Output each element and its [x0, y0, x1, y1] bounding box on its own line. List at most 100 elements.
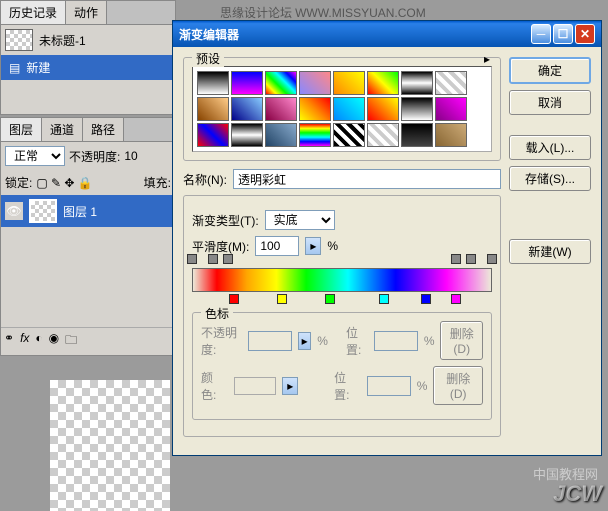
preset-swatch[interactable]	[367, 123, 399, 147]
stop-opacity-spinner: ▸	[298, 332, 311, 350]
color-stop[interactable]	[325, 294, 335, 306]
name-input[interactable]	[233, 169, 501, 189]
presets-label: 预设	[192, 50, 224, 67]
delete-color-stop-button: 删除(D)	[433, 366, 483, 405]
preset-swatch[interactable]	[197, 97, 229, 121]
tab-history[interactable]: 历史记录	[1, 1, 66, 24]
preset-swatch[interactable]	[367, 71, 399, 95]
stops-label: 色标	[201, 305, 233, 322]
link-icon[interactable]: ⚭	[4, 331, 14, 352]
layer-name: 图层 1	[63, 203, 97, 220]
load-button[interactable]: 载入(L)...	[509, 135, 591, 160]
preset-swatch[interactable]	[265, 97, 297, 121]
ok-button[interactable]: 确定	[509, 57, 591, 84]
opacity-stop[interactable]	[208, 254, 218, 266]
preset-swatch[interactable]	[231, 123, 263, 147]
stop-color-swatch	[234, 377, 277, 395]
percent-4: %	[417, 379, 428, 393]
dialog-title: 渐变编辑器	[179, 26, 239, 43]
preset-swatch[interactable]	[299, 123, 331, 147]
preset-swatch[interactable]	[197, 123, 229, 147]
new-label: 新建	[26, 59, 50, 76]
new-icon: ▤	[9, 61, 20, 75]
mask-icon[interactable]: ◐	[35, 331, 42, 352]
percent-2: %	[317, 334, 328, 348]
watermark-en: JCW	[553, 481, 602, 507]
stop-opacity-input	[248, 331, 292, 351]
lock-icons[interactable]: ▢ ✎ ✥ 🔒	[36, 176, 92, 190]
titlebar[interactable]: 渐变编辑器 ─ ☐ ✕	[173, 21, 601, 47]
preset-swatch[interactable]	[435, 123, 467, 147]
history-panel: 历史记录 动作 未标题-1 ▤ 新建	[0, 0, 176, 115]
gradient-bar-wrap	[192, 268, 492, 292]
preset-swatch[interactable]	[299, 71, 331, 95]
gradient-editor-dialog: 渐变编辑器 ─ ☐ ✕ 预设 ▸ 名称(N): 渐变类型(T): 实底	[172, 20, 602, 456]
color-stop[interactable]	[451, 294, 461, 306]
name-label: 名称(N):	[183, 171, 227, 188]
preset-swatch[interactable]	[333, 97, 365, 121]
gradient-bar[interactable]	[192, 268, 492, 292]
preset-swatch[interactable]	[435, 97, 467, 121]
stop-pos-label-2: 位置:	[334, 369, 361, 403]
grad-type-select[interactable]: 实底	[265, 210, 335, 230]
stop-color-label: 颜色:	[201, 369, 228, 403]
color-stop[interactable]	[277, 294, 287, 306]
preset-swatch[interactable]	[435, 71, 467, 95]
preset-swatch[interactable]	[231, 71, 263, 95]
opacity-stop[interactable]	[487, 254, 497, 266]
delete-opacity-stop-button: 删除(D)	[440, 321, 483, 360]
preset-swatch[interactable]	[401, 123, 433, 147]
smooth-spinner[interactable]: ▸	[305, 237, 321, 255]
opacity-stop[interactable]	[451, 254, 461, 266]
smooth-input[interactable]	[255, 236, 299, 256]
presets-menu-icon[interactable]: ▸	[484, 52, 490, 66]
preset-swatch[interactable]	[265, 71, 297, 95]
new-button[interactable]: 新建(W)	[509, 239, 591, 264]
blend-mode-select[interactable]: 正常	[5, 146, 65, 166]
grad-type-label: 渐变类型(T):	[192, 212, 259, 229]
tab-actions[interactable]: 动作	[66, 1, 107, 24]
history-item-new[interactable]: ▤ 新建	[1, 55, 175, 80]
stop-color-spinner: ▸	[282, 377, 298, 395]
fx-icon[interactable]: fx	[20, 331, 29, 352]
preset-swatch[interactable]	[197, 71, 229, 95]
opacity-stop[interactable]	[187, 254, 197, 266]
folder-icon[interactable]: 🗀	[65, 331, 77, 352]
fill-label: 填充:	[144, 174, 171, 191]
layers-panel: 图层 通道 路径 正常 不透明度: 10 锁定: ▢ ✎ ✥ 🔒 填充: 👁 图…	[0, 117, 176, 356]
percent-1: %	[327, 239, 338, 253]
opacity-stop[interactable]	[466, 254, 476, 266]
preset-swatch[interactable]	[333, 71, 365, 95]
tab-paths[interactable]: 路径	[83, 118, 124, 141]
color-stop[interactable]	[379, 294, 389, 306]
smooth-label: 平滑度(M):	[192, 238, 249, 255]
preset-swatch[interactable]	[333, 123, 365, 147]
gradient-fieldset: 渐变类型(T): 实底 平滑度(M): ▸ % 色标	[183, 195, 501, 437]
tab-channels[interactable]: 通道	[42, 118, 83, 141]
doc-title-text: 未标题-1	[39, 32, 86, 49]
visibility-toggle[interactable]: 👁	[5, 202, 23, 220]
opacity-label: 不透明度:	[69, 148, 120, 165]
forum-url: WWW.MISSYUAN.COM	[295, 6, 426, 20]
minimize-button[interactable]: ─	[531, 24, 551, 44]
layer-row[interactable]: 👁 图层 1	[1, 195, 175, 227]
save-button[interactable]: 存储(S)...	[509, 166, 591, 191]
presets-fieldset: 预设 ▸	[183, 57, 501, 161]
preset-swatch[interactable]	[265, 123, 297, 147]
stops-fieldset: 色标 不透明度: ▸ % 位置: % 删除(D) 颜色: ▸	[192, 312, 492, 420]
tab-layers[interactable]: 图层	[1, 118, 42, 141]
preset-swatch[interactable]	[231, 97, 263, 121]
preset-swatch[interactable]	[401, 71, 433, 95]
canvas[interactable]	[50, 380, 170, 511]
doc-thumb	[5, 29, 33, 51]
maximize-button[interactable]: ☐	[553, 24, 573, 44]
stop-opacity-label: 不透明度:	[201, 324, 242, 358]
adjust-icon[interactable]: ◉	[49, 331, 59, 352]
color-stop[interactable]	[421, 294, 431, 306]
preset-swatch[interactable]	[367, 97, 399, 121]
opacity-stop[interactable]	[223, 254, 233, 266]
cancel-button[interactable]: 取消	[509, 90, 591, 115]
preset-swatch[interactable]	[401, 97, 433, 121]
close-button[interactable]: ✕	[575, 24, 595, 44]
preset-swatch[interactable]	[299, 97, 331, 121]
